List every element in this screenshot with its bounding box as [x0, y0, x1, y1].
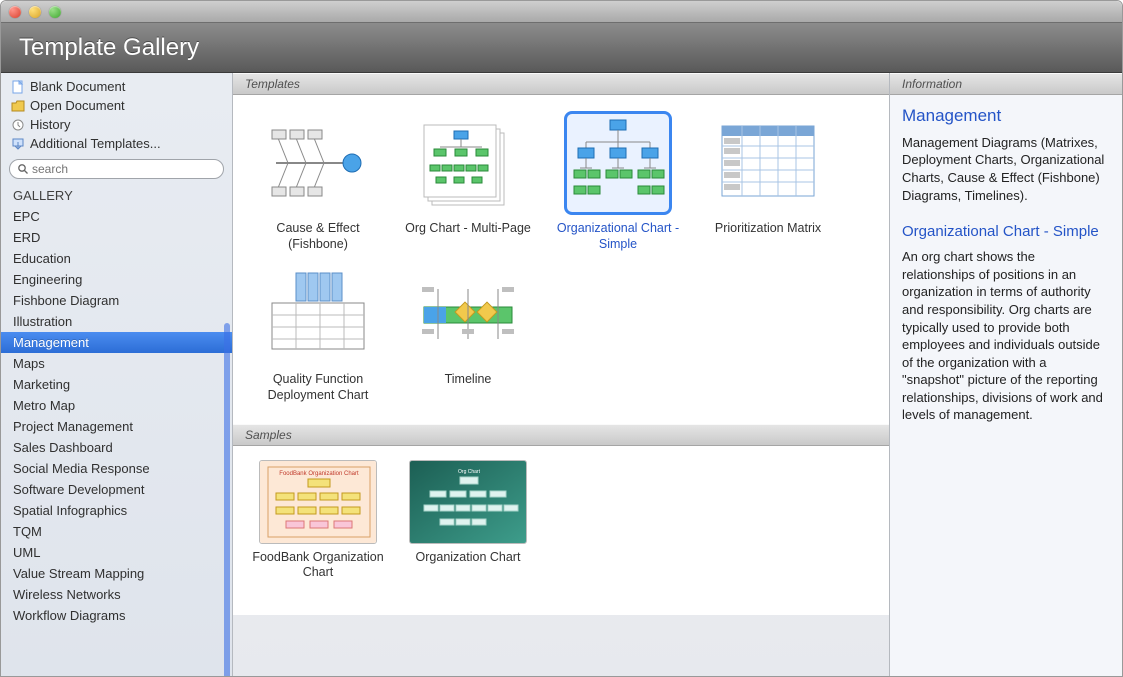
template-tile-organizational-chart-simple[interactable]: Organizational Chart - Simple: [543, 111, 693, 252]
sidebar-item-marketing[interactable]: Marketing: [1, 374, 232, 395]
svg-text:Org Chart: Org Chart: [458, 469, 481, 475]
open-document-link[interactable]: Open Document: [7, 96, 226, 115]
template-label: Quality Function Deployment Chart: [248, 372, 388, 403]
template-tile-org-chart-multi-page[interactable]: Org Chart - Multi-Page: [393, 111, 543, 252]
template-tile-prioritization-matrix[interactable]: Prioritization Matrix: [693, 111, 843, 252]
svg-text:FoodBank Organization Chart: FoodBank Organization Chart: [279, 471, 359, 477]
info-detail: An org chart shows the relationships of …: [902, 248, 1110, 423]
info-title: Management: [902, 105, 1110, 128]
information-section-header: Information: [890, 73, 1122, 95]
template-label: Org Chart - Multi-Page: [405, 221, 531, 237]
template-label: Cause & Effect (Fishbone): [248, 221, 388, 252]
sidebar-item-tqm[interactable]: TQM: [1, 521, 232, 542]
document-icon: [11, 80, 25, 94]
info-summary: Management Diagrams (Matrixes, Deploymen…: [902, 134, 1110, 204]
template-label: Organizational Chart - Simple: [548, 221, 688, 252]
sidebar-item-uml[interactable]: UML: [1, 542, 232, 563]
information-panel: Information Management Management Diagra…: [890, 73, 1122, 676]
blank-document-link[interactable]: Blank Document: [7, 77, 226, 96]
additional-templates-link[interactable]: Additional Templates...: [7, 134, 226, 153]
sample-tile-organization-chart[interactable]: Org Chart Organization Chart: [393, 460, 543, 581]
template-thumbnail: [414, 262, 522, 366]
sidebar-item-value-stream-mapping[interactable]: Value Stream Mapping: [1, 563, 232, 584]
template-thumbnail: [264, 111, 372, 215]
sample-label: FoodBank Organization Chart: [248, 550, 388, 581]
sidebar-item-social-media-response[interactable]: Social Media Response: [1, 458, 232, 479]
sidebar-item-education[interactable]: Education: [1, 248, 232, 269]
samples-grid: FoodBank Organization Chart FoodBank Orga…: [233, 446, 889, 615]
sidebar-item-spatial-infographics[interactable]: Spatial Infographics: [1, 500, 232, 521]
sidebar-item-erd[interactable]: ERD: [1, 227, 232, 248]
zoom-window-button[interactable]: [49, 6, 61, 18]
scrollbar-thumb[interactable]: [224, 323, 230, 676]
sidebar-item-fishbone-diagram[interactable]: Fishbone Diagram: [1, 290, 232, 311]
traffic-lights: [9, 6, 61, 18]
sample-tile-foodbank-organization-chart[interactable]: FoodBank Organization Chart FoodBank Orga…: [243, 460, 393, 581]
folder-icon: [11, 99, 25, 113]
header-title: Template Gallery: [19, 34, 199, 62]
template-thumbnail: [414, 111, 522, 215]
template-thumbnail: [264, 262, 372, 366]
sidebar-category-list[interactable]: GALLERYEPCERDEducationEngineeringFishbon…: [1, 185, 232, 676]
sidebar-item-maps[interactable]: Maps: [1, 353, 232, 374]
sidebar-top: Blank Document Open Document History Add…: [1, 73, 232, 155]
titlebar[interactable]: [1, 1, 1122, 23]
sidebar-item-management[interactable]: Management: [1, 332, 232, 353]
template-label: Prioritization Matrix: [715, 221, 821, 237]
history-icon: [11, 118, 25, 132]
template-tile-quality-function-deployment-chart[interactable]: Quality Function Deployment Chart: [243, 262, 393, 403]
sidebar-item-illustration[interactable]: Illustration: [1, 311, 232, 332]
templates-section-header: Templates: [233, 73, 889, 95]
sidebar-item-engineering[interactable]: Engineering: [1, 269, 232, 290]
close-window-button[interactable]: [9, 6, 21, 18]
template-tile-timeline[interactable]: Timeline: [393, 262, 543, 403]
sidebar: Blank Document Open Document History Add…: [1, 73, 233, 676]
sample-thumbnail: Org Chart: [409, 460, 527, 544]
template-label: Timeline: [445, 372, 492, 388]
history-link[interactable]: History: [7, 115, 226, 134]
download-icon: [11, 137, 25, 151]
search-input[interactable]: [9, 159, 224, 179]
sidebar-item-project-management[interactable]: Project Management: [1, 416, 232, 437]
info-subtitle: Organizational Chart - Simple: [902, 222, 1110, 242]
minimize-window-button[interactable]: [29, 6, 41, 18]
sidebar-item-wireless-networks[interactable]: Wireless Networks: [1, 584, 232, 605]
sample-thumbnail: FoodBank Organization Chart: [259, 460, 377, 544]
samples-section-header: Samples: [233, 424, 889, 446]
template-thumbnail: [564, 111, 672, 215]
sidebar-item-workflow-diagrams[interactable]: Workflow Diagrams: [1, 605, 232, 626]
template-thumbnail: [714, 111, 822, 215]
templates-grid: Cause & Effect (Fishbone) Org Chart - Mul…: [233, 95, 889, 424]
sample-label: Organization Chart: [416, 550, 521, 566]
sidebar-item-software-development[interactable]: Software Development: [1, 479, 232, 500]
sidebar-item-epc[interactable]: EPC: [1, 206, 232, 227]
app-window: Template Gallery Blank Document Open Doc…: [0, 0, 1123, 677]
template-tile-cause-effect-fishbone-[interactable]: Cause & Effect (Fishbone): [243, 111, 393, 252]
sidebar-item-sales-dashboard[interactable]: Sales Dashboard: [1, 437, 232, 458]
header: Template Gallery: [1, 23, 1122, 73]
sidebar-item-metro-map[interactable]: Metro Map: [1, 395, 232, 416]
gallery-header: GALLERY: [1, 185, 232, 206]
